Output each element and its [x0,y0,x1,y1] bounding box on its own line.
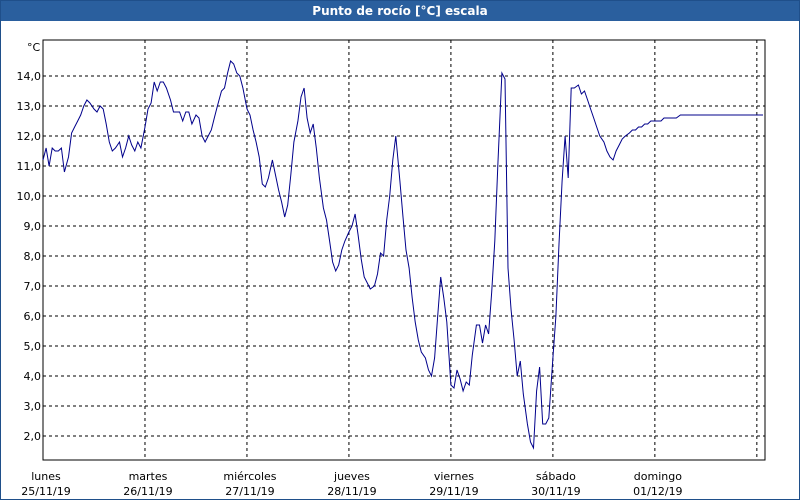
y-tick-label: 4,0 [24,370,42,383]
day-date-label: 30/11/19 [531,485,580,498]
y-tick-labels: 14,0 13,0 12,0 11,0 10,0 9,0 8,0 7,0 6,0 5,0 4,0 3,… [17,70,42,443]
day-date-label: 29/11/19 [429,485,478,498]
chart-window: Punto de rocío [°C] escala 14,0 13,0 12,0 1… [0,0,800,500]
day-date-label: 01/12/19 [633,485,682,498]
day-name-label: martes [129,470,168,483]
day-name-label: viernes [434,470,474,483]
y-tick-label: 14,0 [17,70,42,83]
y-tick-label: 9,0 [24,220,42,233]
day-name-label: miércoles [223,470,276,483]
y-tick-label: 12,0 [17,130,42,143]
x-day-labels: lunes 25/11/19 martes 26/11/19 miércoles 27/1… [21,470,682,498]
y-tick-label: 10,0 [17,190,42,203]
y-tick-label: 7,0 [24,280,42,293]
day-date-label: 27/11/19 [225,485,274,498]
day-date-label: 28/11/19 [327,485,376,498]
day-date-label: 26/11/19 [123,485,172,498]
y-tick-label: 2,0 [24,430,42,443]
day-date-label: 25/11/19 [21,485,70,498]
y-tick-label: 3,0 [24,400,42,413]
day-name-label: lunes [31,470,61,483]
y-tick-label: 11,0 [17,160,42,173]
y-tick-label: 6,0 [24,310,42,323]
unit-label: °C [27,41,41,54]
day-name-label: sábado [536,470,576,483]
y-tick-label: 8,0 [24,250,42,263]
dew-point-chart: 14,0 13,0 12,0 11,0 10,0 9,0 8,0 7,0 6,0 5,0 4,0 3,… [17,39,766,498]
day-name-label: domingo [634,470,682,483]
y-tick-label: 13,0 [17,100,42,113]
day-name-label: jueves [333,470,370,483]
y-tick-label: 5,0 [24,340,42,353]
